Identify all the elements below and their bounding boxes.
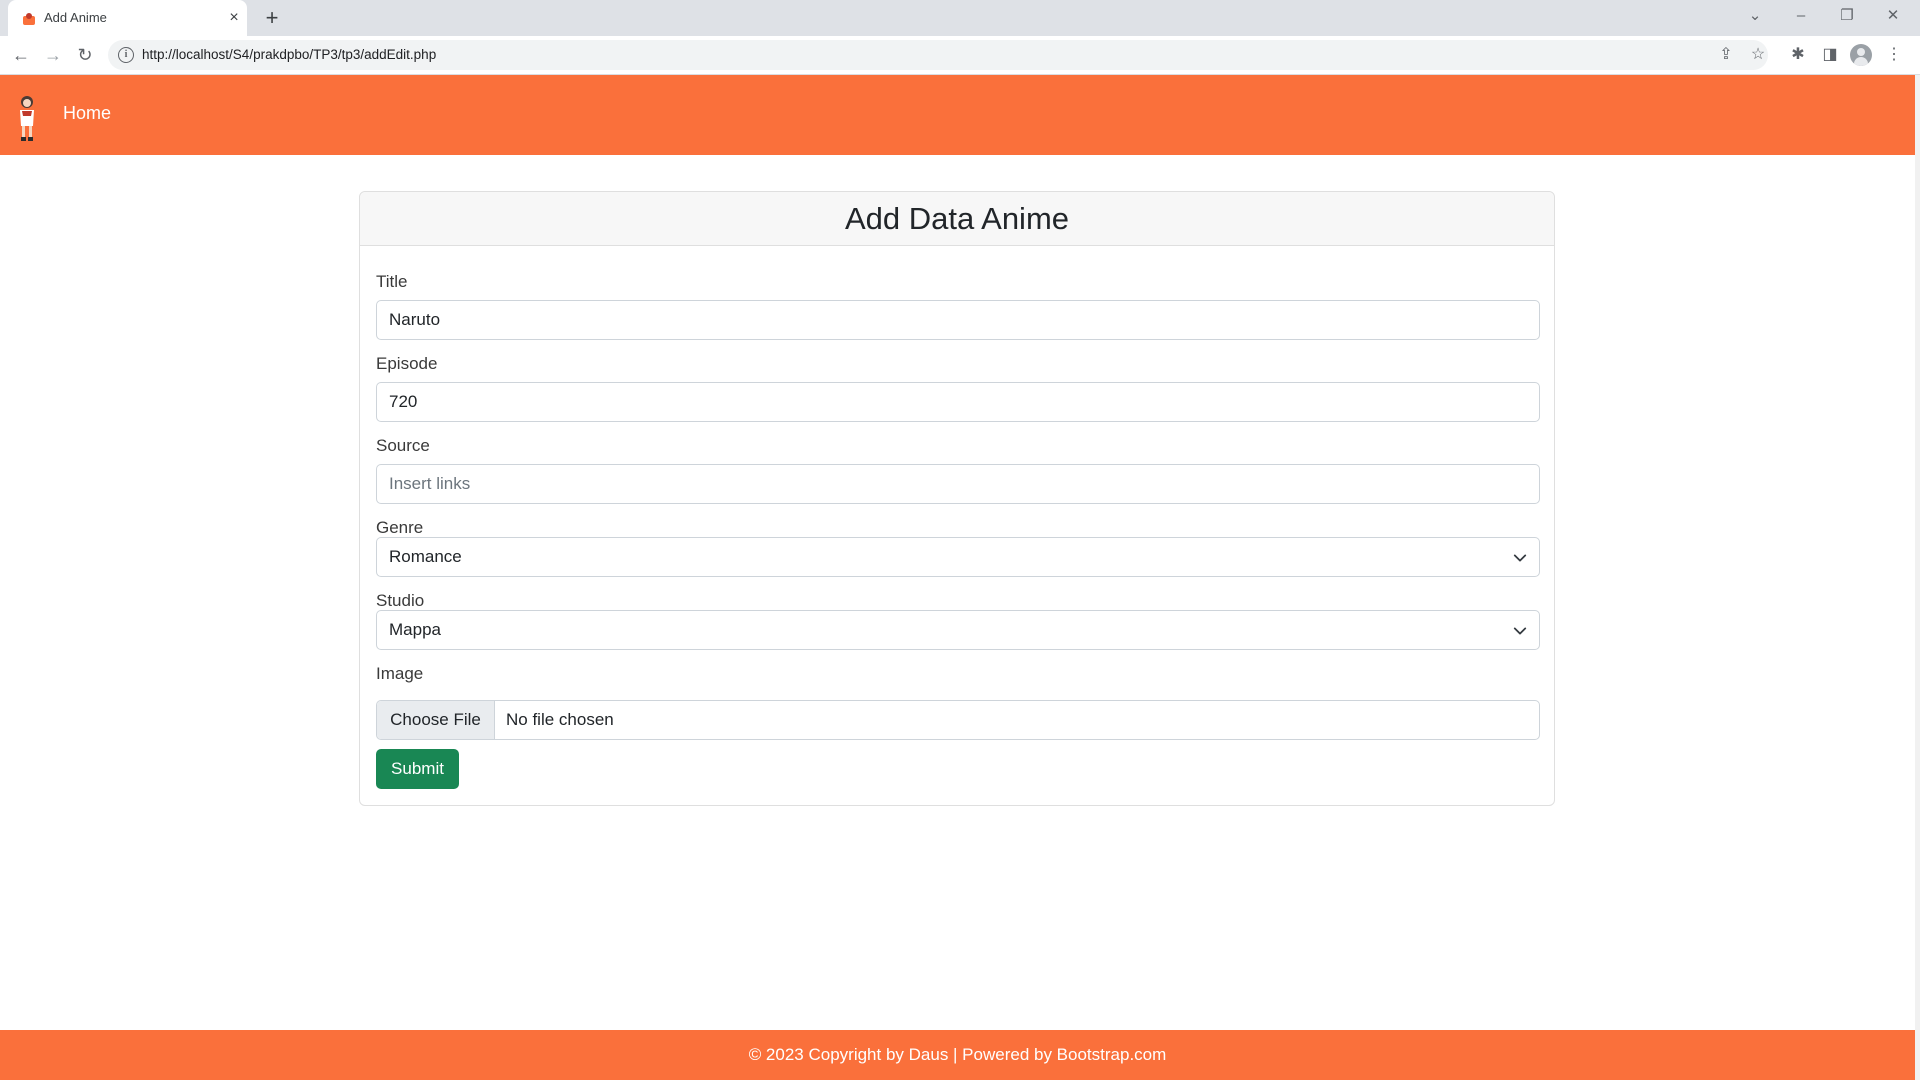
side-panel-icon[interactable]: ◨ [1818,43,1842,67]
episode-label: Episode [376,354,438,373]
studio-label: Studio [376,591,425,610]
reload-icon[interactable]: ↻ [73,43,97,67]
page-viewport: Home Add Data Anime Title Episode Source… [0,75,1920,1080]
share-icon[interactable]: ⇪ [1714,43,1738,67]
browser-tabstrip: Add Anime × + ⌄ – ❐ ✕ [0,0,1920,36]
page-title: Add Data Anime [844,201,1070,236]
browser-menu-icon[interactable]: ⋮ [1882,43,1906,67]
chevron-down-icon [1513,627,1527,635]
add-anime-card: Add Data Anime Title Episode Source Genr… [359,191,1555,806]
anime-favicon-icon [23,13,35,25]
image-label: Image [376,664,424,683]
url-text[interactable]: http://localhost/S4/prakdpbo/TP3/tp3/add… [142,47,436,62]
window-close-icon[interactable]: ✕ [1878,4,1908,28]
genre-select[interactable]: Romance [376,537,1540,577]
file-status-text: No file chosen [506,710,614,729]
site-footer: © 2023 Copyright by Daus | Powered by Bo… [0,1030,1915,1080]
source-input[interactable] [376,464,1540,504]
extensions-icon[interactable]: ✱ [1786,43,1810,67]
site-info-icon[interactable]: i [118,47,134,63]
studio-select[interactable]: Mappa [376,610,1540,650]
source-label: Source [376,436,430,455]
bookmark-star-icon[interactable]: ☆ [1746,43,1770,67]
minimize-icon[interactable]: – [1786,4,1816,28]
site-navbar: Home [0,75,1915,155]
address-bar[interactable]: i http://localhost/S4/prakdpbo/TP3/tp3/a… [108,40,1768,70]
browser-toolbar: ← → ↻ i http://localhost/S4/prakdpbo/TP3… [0,36,1920,75]
title-input[interactable] [376,300,1540,340]
studio-selected-value: Mappa [389,620,441,639]
anime-character-logo-icon[interactable] [16,94,38,142]
card-header: Add Data Anime [360,192,1554,246]
tab-title: Add Anime [44,10,107,25]
title-label: Title [376,272,408,291]
tab-search-icon[interactable]: ⌄ [1740,4,1770,28]
browser-tab[interactable]: Add Anime × [8,0,247,36]
genre-label: Genre [376,518,424,537]
new-tab-icon[interactable]: + [260,6,284,30]
episode-input[interactable] [376,382,1540,422]
profile-avatar-icon[interactable] [1850,44,1872,66]
chevron-down-icon [1513,554,1527,562]
footer-copyright: © 2023 Copyright by Daus | Powered by Bo… [748,1045,1167,1064]
genre-selected-value: Romance [389,547,462,566]
back-icon[interactable]: ← [9,43,33,67]
image-file-input[interactable]: Choose File No file chosen [376,700,1540,740]
choose-file-button[interactable]: Choose File [377,701,495,739]
restore-icon[interactable]: ❐ [1832,4,1862,28]
nav-home-link[interactable]: Home [63,103,111,124]
submit-button[interactable]: Submit [376,749,459,789]
page-scrollbar[interactable] [1915,75,1920,1080]
tab-close-icon[interactable]: × [224,8,244,28]
forward-icon[interactable]: → [41,43,65,67]
